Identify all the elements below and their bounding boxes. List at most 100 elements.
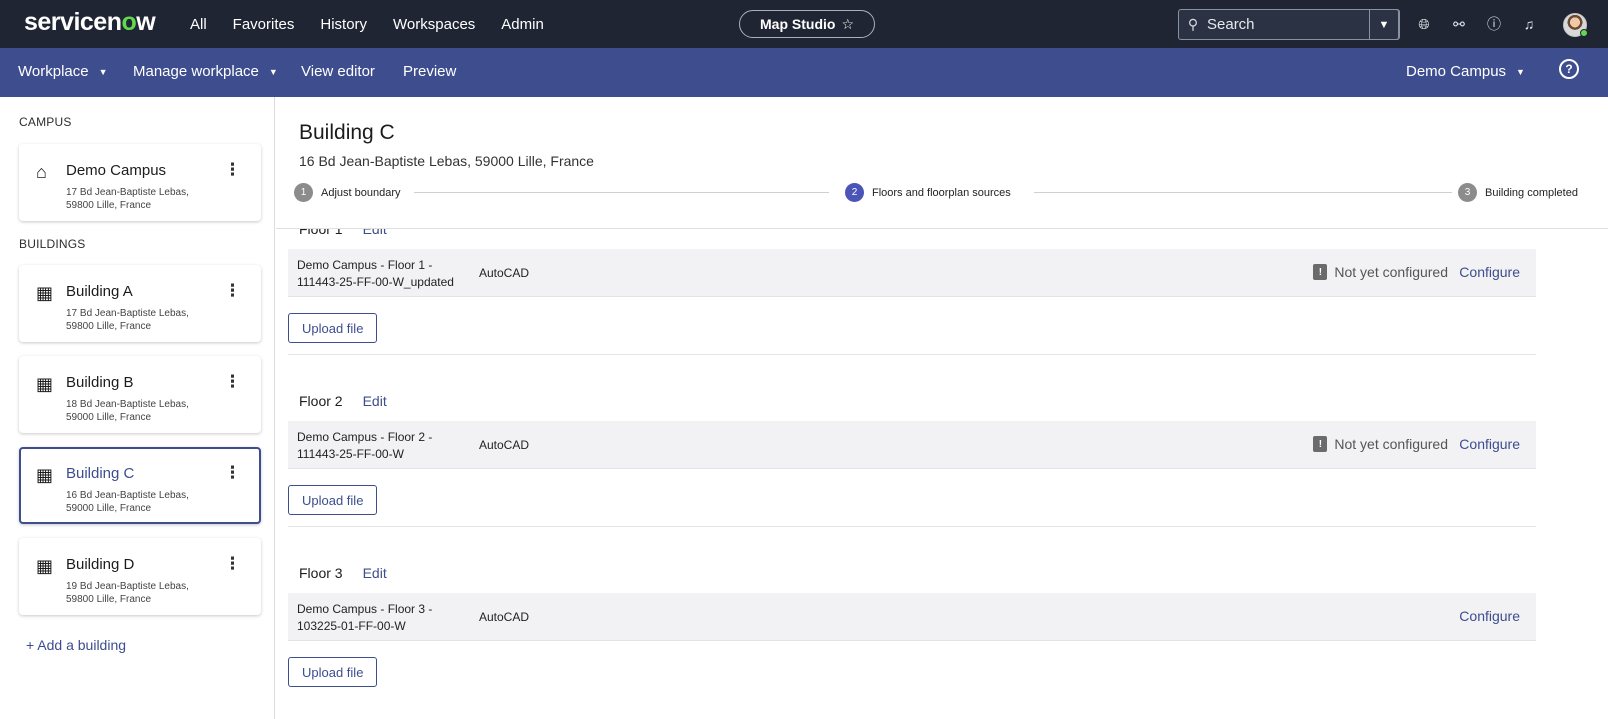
floorplan-source-row: Demo Campus - Floor 2 - 111443-25-FF-00-… — [288, 421, 1536, 469]
building-card-address: 17 Bd Jean-Baptiste Lebas, 59800 Lille, … — [66, 308, 189, 332]
globe-icon[interactable]: 🌐︎ — [1415, 16, 1433, 33]
file-name-line2: 111443-25-FF-00-W_updated — [297, 275, 454, 289]
nav-favorites[interactable]: Favorites — [233, 16, 295, 33]
map-studio-pill[interactable]: Map Studio ☆ — [739, 10, 875, 38]
building-card-b[interactable]: ▦ Building B 18 Bd Jean-Baptiste Lebas, … — [19, 356, 261, 433]
floorplan-file-name: Demo Campus - Floor 2 - 111443-25-FF-00-… — [297, 429, 472, 463]
chevron-down-icon: ▼ — [1516, 66, 1525, 77]
view-editor-link[interactable]: View editor — [301, 63, 375, 80]
more-options-icon[interactable]: ⋮ — [224, 373, 241, 390]
page-title: Building C — [299, 121, 395, 144]
sidebar: CAMPUS ⌂ Demo Campus 17 Bd Jean-Baptiste… — [0, 97, 275, 719]
step-adjust-boundary[interactable]: 1 Adjust boundary — [294, 183, 407, 202]
campus-card-title: Demo Campus — [66, 162, 167, 179]
building-card-title: Building B — [66, 374, 134, 391]
floor-name: Floor 3 — [299, 565, 343, 581]
building-card-title: Building C — [66, 465, 135, 482]
help-icon[interactable]: ? — [1559, 59, 1579, 79]
more-options-icon[interactable]: ⋮ — [224, 555, 241, 572]
home-icon: ⌂ — [36, 162, 47, 182]
stepper-connector — [414, 192, 829, 193]
view-editor-label: View editor — [301, 63, 375, 80]
buildings-section-label: BUILDINGS — [19, 237, 86, 251]
building-icon: ▦ — [36, 556, 54, 576]
floors-list[interactable]: Floor 1 Edit Demo Campus - Floor 1 - 111… — [276, 229, 1608, 719]
configure-link[interactable]: Configure — [1459, 264, 1520, 280]
upload-file-button[interactable]: Upload file — [288, 485, 378, 515]
stepper-connector — [1034, 192, 1504, 193]
nav-all[interactable]: All — [190, 16, 207, 33]
building-icon: ▦ — [36, 374, 54, 394]
building-address: 16 Bd Jean-Baptiste Lebas, 59000 Lille, … — [299, 153, 594, 169]
step-label: Building completed — [1485, 186, 1578, 199]
file-type: AutoCAD — [479, 610, 530, 624]
add-building-link[interactable]: + Add a building — [26, 637, 126, 653]
manage-workplace-menu[interactable]: Manage workplace ▼ — [133, 63, 278, 80]
floor-name: Floor 1 — [299, 229, 343, 237]
nav-history[interactable]: History — [320, 16, 367, 33]
floor-name: Floor 2 — [299, 393, 343, 409]
top-navigation-bar: servicenow All Favorites History Workspa… — [0, 0, 1608, 48]
progress-stepper: 1 Adjust boundary 2 Floors and floorplan… — [294, 183, 1604, 203]
campus-selector-label: Demo Campus — [1406, 63, 1507, 80]
step-number: 3 — [1458, 183, 1477, 202]
nav-workspaces[interactable]: Workspaces — [393, 16, 475, 33]
edit-floor-link[interactable]: Edit — [363, 393, 387, 409]
nav-admin[interactable]: Admin — [501, 16, 544, 33]
warning-icon: ! — [1313, 264, 1328, 280]
floorplan-source-row: Demo Campus - Floor 3 - 103225-01-FF-00-… — [288, 593, 1536, 641]
configure-link[interactable]: Configure — [1459, 608, 1520, 624]
upload-file-button[interactable]: Upload file — [288, 657, 378, 687]
search-scope-dropdown[interactable]: ▼ — [1369, 9, 1399, 40]
upload-file-button[interactable]: Upload file — [288, 313, 378, 343]
building-card-address: 18 Bd Jean-Baptiste Lebas, 59000 Lille, … — [66, 399, 189, 423]
search-box: ⚲ ▼ — [1178, 9, 1400, 40]
status-text: Not yet configured — [1334, 264, 1448, 280]
building-card-title: Building D — [66, 556, 135, 573]
campus-section-label: CAMPUS — [19, 115, 72, 129]
edit-floor-link[interactable]: Edit — [363, 565, 387, 581]
building-icon: ▦ — [36, 283, 54, 303]
manage-workplace-label: Manage workplace — [133, 63, 259, 80]
more-options-icon[interactable]: ⋮ — [224, 161, 241, 178]
file-name-line1: Demo Campus - Floor 3 - — [297, 602, 433, 616]
building-card-address: 16 Bd Jean-Baptiste Lebas, 59000 Lille, … — [66, 490, 189, 514]
preview-link[interactable]: Preview — [403, 63, 456, 80]
warning-icon: ! — [1313, 436, 1328, 452]
presence-dot — [1580, 29, 1588, 37]
configuration-status: ! Not yet configured — [1313, 436, 1448, 452]
floor-header: Floor 1 Edit — [299, 229, 387, 237]
avatar[interactable] — [1563, 13, 1588, 37]
campus-card[interactable]: ⌂ Demo Campus 17 Bd Jean-Baptiste Lebas,… — [19, 144, 261, 221]
servicenow-logo[interactable]: servicenow — [24, 8, 156, 37]
step-label: Adjust boundary — [321, 186, 401, 199]
preview-label: Preview — [403, 63, 457, 80]
workplace-menu-label: Workplace — [18, 63, 89, 80]
step-floors-sources[interactable]: 2 Floors and floorplan sources — [839, 183, 1017, 202]
more-options-icon[interactable]: ⋮ — [224, 464, 241, 481]
chevron-down-icon: ▼ — [98, 66, 108, 77]
chat-icon[interactable]: ⚯ — [1450, 16, 1468, 33]
building-card-a[interactable]: ▦ Building A 17 Bd Jean-Baptiste Lebas, … — [19, 265, 261, 342]
building-card-c[interactable]: ▦ Building C 16 Bd Jean-Baptiste Lebas, … — [19, 447, 261, 524]
help-icon[interactable]: ⓘ — [1485, 14, 1503, 34]
more-options-icon[interactable]: ⋮ — [224, 282, 241, 299]
campus-card-address: 17 Bd Jean-Baptiste Lebas, 59800 Lille, … — [66, 187, 189, 211]
star-icon[interactable]: ☆ — [841, 16, 854, 33]
building-card-address: 19 Bd Jean-Baptiste Lebas, 59800 Lille, … — [66, 581, 189, 605]
step-building-completed[interactable]: 3 Building completed — [1452, 183, 1578, 202]
configure-link[interactable]: Configure — [1459, 436, 1520, 452]
workplace-menu[interactable]: Workplace ▼ — [18, 63, 108, 80]
step-number: 2 — [845, 183, 864, 202]
bell-icon[interactable]: ♫ — [1520, 16, 1538, 32]
floor-separator — [288, 526, 1536, 527]
file-name-line2: 111443-25-FF-00-W — [297, 447, 404, 461]
floor-header: Floor 3 Edit — [299, 565, 387, 581]
file-type: AutoCAD — [479, 266, 530, 280]
building-card-d[interactable]: ▦ Building D 19 Bd Jean-Baptiste Lebas, … — [19, 538, 261, 615]
step-label: Floors and floorplan sources — [872, 186, 1011, 199]
file-name-line2: 103225-01-FF-00-W — [297, 619, 406, 633]
search-input[interactable] — [1207, 16, 1357, 33]
edit-floor-link[interactable]: Edit — [363, 229, 387, 237]
campus-selector[interactable]: Demo Campus ▼ — [1406, 63, 1525, 80]
